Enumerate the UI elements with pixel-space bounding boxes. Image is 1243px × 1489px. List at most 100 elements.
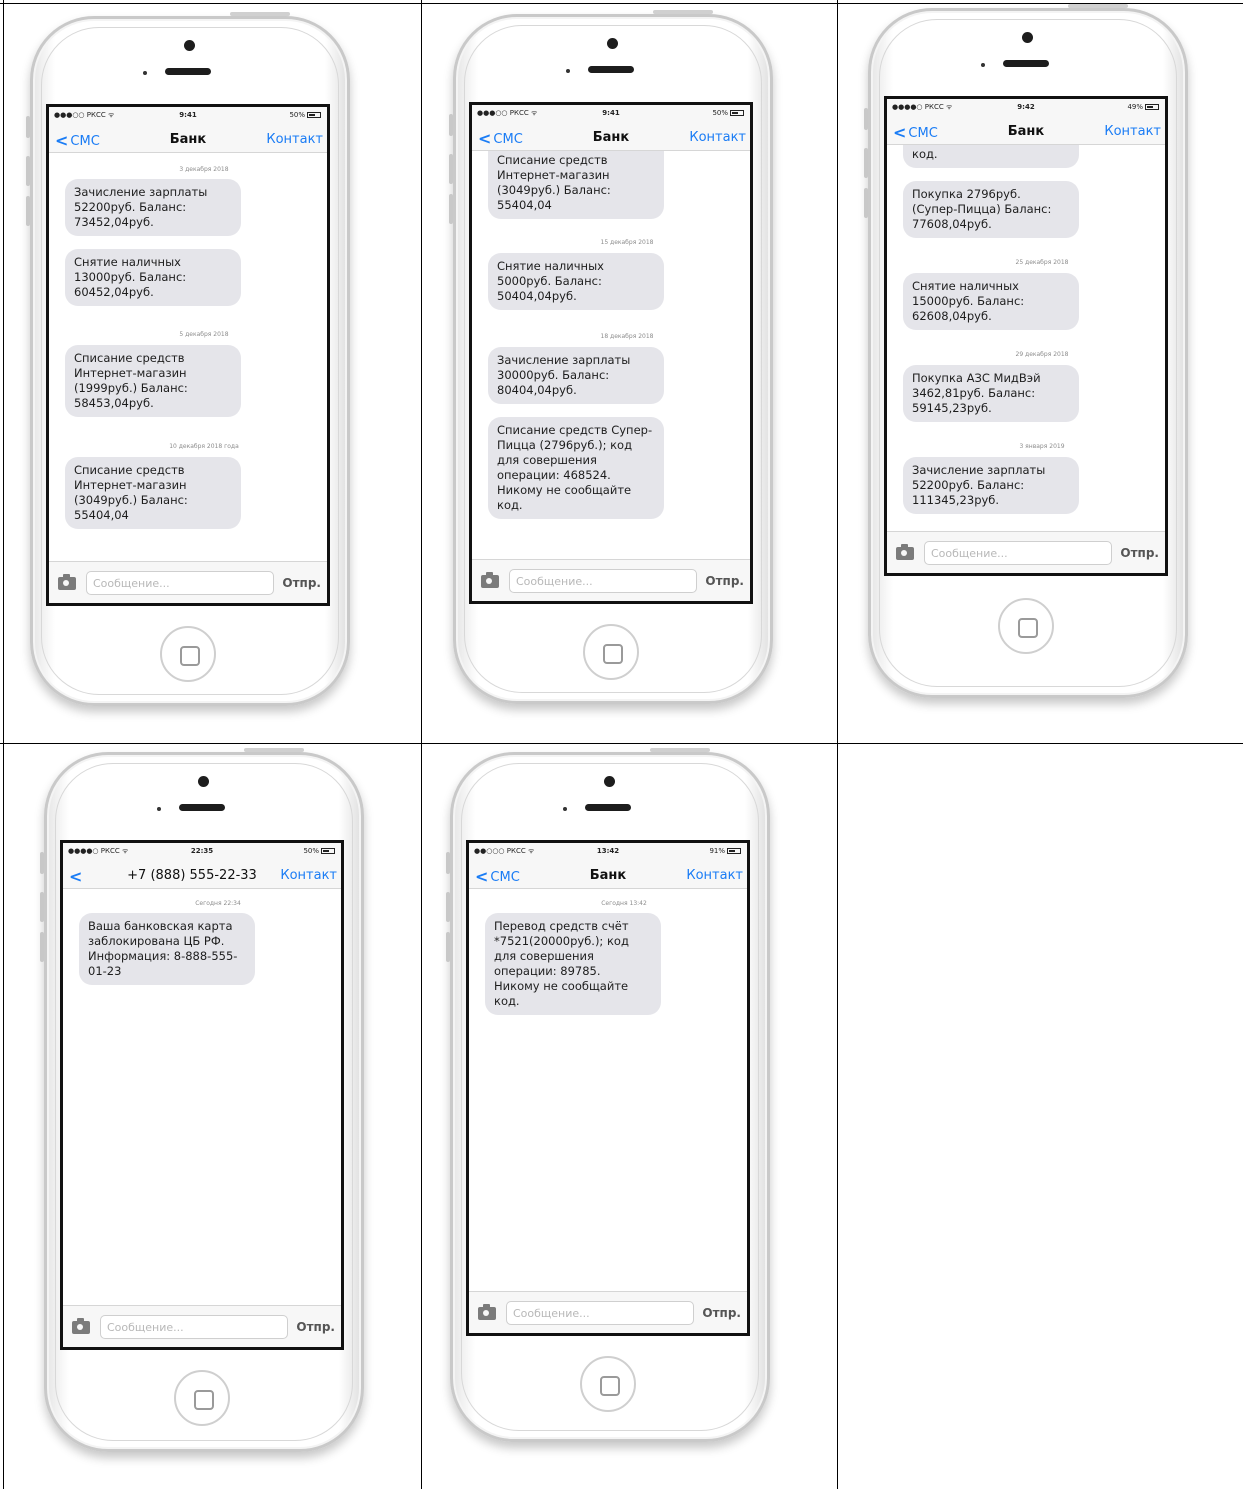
battery-indicator: 50% [289, 111, 321, 119]
nav-bar: < +7 (888) 555-22-33 Контакт [63, 859, 341, 889]
status-bar: ●●○○○ РКСС ᯤ 13:42 91% [469, 843, 747, 859]
camera-icon[interactable] [481, 572, 499, 588]
camera-icon[interactable] [896, 544, 914, 560]
table-divider-1 [421, 0, 422, 1489]
message-bubble[interactable]: Зачисление зарплаты 52200руб. Баланс: 73… [65, 179, 241, 236]
contact-button[interactable]: Контакт [1104, 124, 1161, 139]
message-bubble[interactable]: Снятие наличных 13000руб. Баланс: 60452,… [65, 249, 241, 306]
home-button[interactable] [580, 1356, 636, 1412]
earpiece-speaker [179, 804, 225, 811]
date-separator: 3 января 2019 [1019, 443, 1065, 450]
message-list[interactable]: Сегодня 13:42 Перевод средств счёт *7521… [469, 889, 747, 1291]
message-bubble[interactable]: Покупка АЗС МидВэй 3462,81руб. Баланс: 5… [903, 365, 1079, 422]
back-button[interactable]: < СМС [893, 123, 938, 142]
message-bubble[interactable]: Списание средств Супер- Пицца (2796руб.)… [488, 417, 664, 519]
camera-icon[interactable] [478, 1304, 496, 1320]
nav-bar: < СМС Банк Контакт [469, 859, 747, 889]
back-button[interactable]: < [69, 867, 84, 886]
send-button[interactable]: Отпр. [296, 1320, 335, 1334]
message-bubble[interactable]: Снятие наличных 5000руб. Баланс: 50404,0… [488, 253, 664, 310]
battery-icon [307, 112, 321, 118]
volume-up-key [26, 156, 30, 186]
message-list[interactable]: код. Покупка 2796руб. (Супер-Пицца) Бала… [887, 145, 1165, 531]
message-list[interactable]: 3 декабря 2018 Зачисление зарплаты 52200… [49, 153, 327, 561]
back-label: СМС [490, 870, 520, 885]
nav-bar: < СМС Банк Контакт [472, 121, 750, 151]
message-bubble[interactable]: Перевод средств счёт *7521(20000руб.); к… [485, 913, 661, 1015]
earpiece-speaker [1003, 60, 1049, 67]
message-bubble[interactable]: Списание средств Интернет-магазин (1999р… [65, 345, 241, 417]
message-bubble[interactable]: код. [903, 145, 1079, 168]
battery-icon [727, 848, 741, 854]
phone-5: ●●○○○ РКСС ᯤ 13:42 91% < СМС Банк Контакт… [446, 748, 770, 1442]
proximity-sensor [566, 69, 570, 73]
battery-indicator: 50% [303, 847, 335, 855]
battery-percent: 49% [1127, 103, 1143, 111]
compose-bar: Сообщение... Отпр. [49, 561, 327, 603]
mute-switch [446, 852, 450, 874]
earpiece-speaker [588, 66, 634, 73]
message-input[interactable]: Сообщение... [86, 571, 274, 595]
power-key [1068, 4, 1128, 8]
contact-button[interactable]: Контакт [266, 132, 323, 147]
send-button[interactable]: Отпр. [1120, 546, 1159, 560]
compose-bar: Сообщение... Отпр. [469, 1291, 747, 1333]
send-button[interactable]: Отпр. [705, 574, 744, 588]
contact-button[interactable]: Контакт [686, 868, 743, 883]
chevron-left-icon: < [55, 131, 69, 150]
volume-down-key [449, 194, 453, 224]
message-input[interactable]: Сообщение... [100, 1315, 288, 1339]
home-button[interactable] [998, 598, 1054, 654]
status-time: 9:41 [602, 109, 620, 117]
chevron-left-icon: < [893, 123, 907, 142]
message-input[interactable]: Сообщение... [924, 541, 1112, 565]
back-button[interactable]: < СМС [475, 867, 520, 886]
message-bubble[interactable]: Списание средств Интернет-магазин (3049р… [488, 151, 664, 219]
message-bubble[interactable]: Ваша банковская карта заблокирована ЦБ Р… [79, 913, 255, 985]
volume-up-key [446, 892, 450, 922]
date-separator: 25 декабря 2018 [1015, 259, 1069, 266]
message-list[interactable]: Списание средств Интернет-магазин (3049р… [472, 151, 750, 559]
contact-button[interactable]: Контакт [689, 130, 746, 145]
back-label: СМС [908, 126, 938, 141]
battery-percent: 50% [303, 847, 319, 855]
home-button[interactable] [583, 624, 639, 680]
back-label: СМС [70, 134, 100, 149]
message-bubble[interactable]: Зачисление зарплаты 30000руб. Баланс: 80… [488, 347, 664, 404]
battery-icon [1145, 104, 1159, 110]
chevron-left-icon: < [475, 867, 489, 886]
status-bar: ●●●○○ РКСС ᯤ 9:41 50% [49, 107, 327, 123]
power-key [230, 12, 290, 16]
camera-icon[interactable] [58, 574, 76, 590]
message-bubble[interactable]: Покупка 2796руб. (Супер-Пицца) Баланс: 7… [903, 181, 1079, 238]
message-input[interactable]: Сообщение... [506, 1301, 694, 1325]
contact-button[interactable]: Контакт [280, 868, 337, 883]
message-list[interactable]: Сегодня 22:34 Ваша банковская карта забл… [63, 889, 341, 1305]
screen: ●●●●○ РКСС ᯤ 9:42 49% < СМС Банк Контакт … [884, 96, 1168, 576]
mute-switch [449, 114, 453, 136]
battery-icon [730, 110, 744, 116]
date-separator: 3 декабря 2018 [179, 166, 229, 173]
screen: ●●●○○ РКСС ᯤ 9:41 50% < СМС Банк Контакт … [469, 102, 753, 604]
proximity-sensor [143, 71, 147, 75]
message-bubble[interactable]: Снятие наличных 15000руб. Баланс: 62608,… [903, 273, 1079, 330]
message-input[interactable]: Сообщение... [509, 569, 697, 593]
send-button[interactable]: Отпр. [282, 576, 321, 590]
camera-icon[interactable] [72, 1318, 90, 1334]
proximity-sensor [981, 63, 985, 67]
table-border-top [0, 3, 1243, 4]
screen: ●●●○○ РКСС ᯤ 9:41 50% < СМС Банк Контакт … [46, 104, 330, 606]
home-button[interactable] [160, 626, 216, 682]
volume-down-key [864, 188, 868, 218]
mute-switch [26, 116, 30, 138]
battery-icon [321, 848, 335, 854]
date-separator: 15 декабря 2018 [600, 239, 654, 246]
message-bubble[interactable]: Зачисление зарплаты 52200руб. Баланс: 11… [903, 457, 1079, 514]
home-button[interactable] [174, 1370, 230, 1426]
chevron-left-icon: < [478, 129, 492, 148]
back-button[interactable]: < СМС [55, 131, 100, 150]
send-button[interactable]: Отпр. [702, 1306, 741, 1320]
proximity-sensor [563, 807, 567, 811]
message-bubble[interactable]: Списание средств Интернет-магазин (3049р… [65, 457, 241, 529]
back-button[interactable]: < СМС [478, 129, 523, 148]
